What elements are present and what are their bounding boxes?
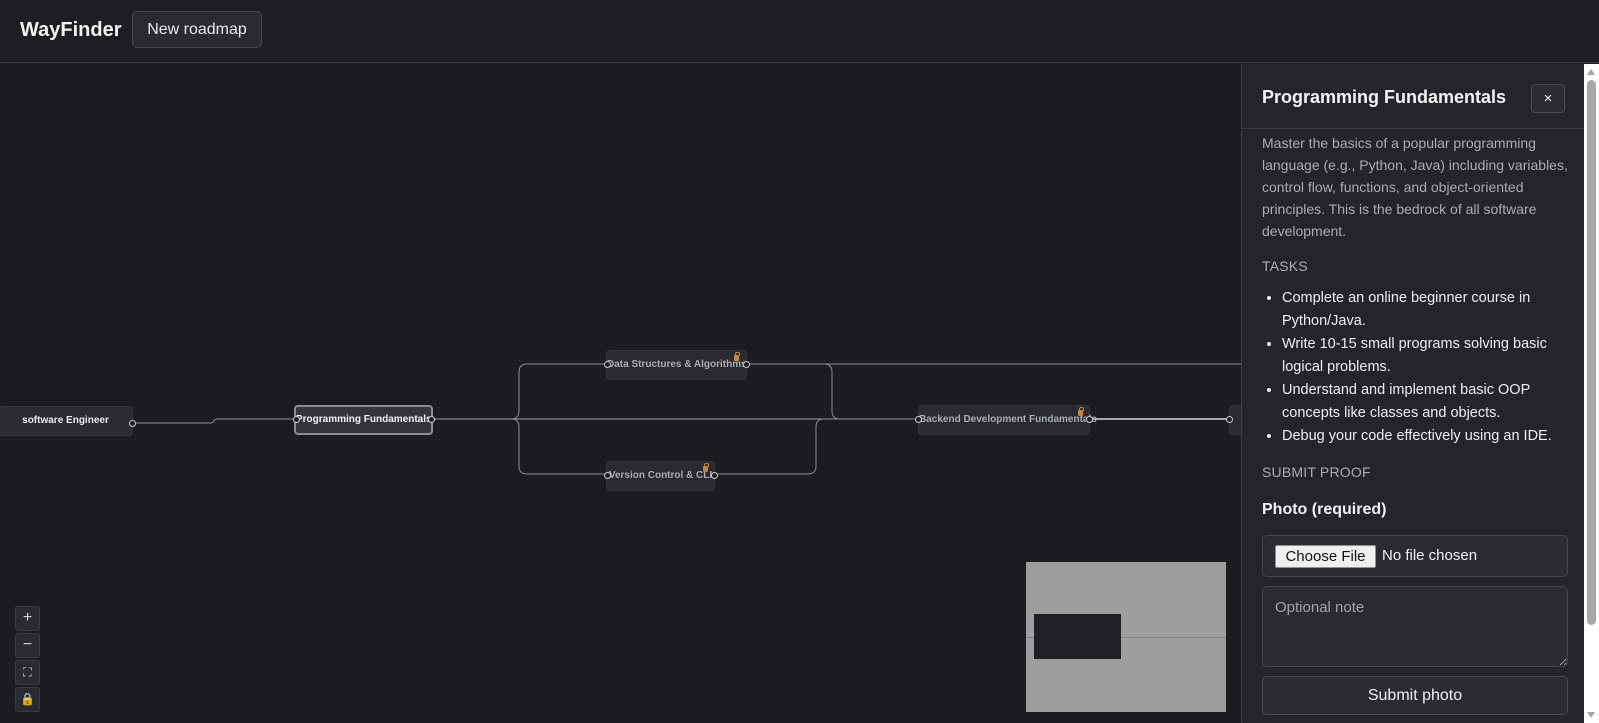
node-label: software Engineer xyxy=(22,415,109,426)
file-status: No file chosen xyxy=(1382,547,1478,564)
submit-photo-button[interactable]: Submit photo xyxy=(1262,676,1568,715)
submit-proof-heading: SUBMIT PROOF xyxy=(1262,464,1371,480)
panel-title: Programming Fundamentals xyxy=(1262,87,1507,107)
node-label: Version Control & CLI xyxy=(608,470,713,481)
choose-file-button[interactable]: Choose File xyxy=(1275,545,1376,568)
roadmap-node-version-control[interactable]: Version Control & CLI xyxy=(606,461,715,491)
optional-note-field[interactable] xyxy=(1262,586,1568,667)
node-label: Programming Fundamentals xyxy=(296,414,432,425)
panel-description: Master the basics of a popular programmi… xyxy=(1262,135,1568,239)
task-item: Understand and implement basic OOP conce… xyxy=(1282,379,1584,425)
scroll-down-icon[interactable] xyxy=(1587,712,1595,718)
node-handle[interactable] xyxy=(743,361,750,368)
task-item: Write 10-15 small programs solving basic… xyxy=(1282,333,1584,379)
app-brand[interactable]: WayFinder xyxy=(20,19,122,42)
node-label: Backend Development Fundamentals xyxy=(919,414,1097,425)
fit-view-button[interactable]: ⛶ xyxy=(15,660,40,685)
new-roadmap-button[interactable]: New roadmap xyxy=(132,11,262,48)
lock-icon xyxy=(702,463,709,472)
panel-divider xyxy=(1242,128,1584,129)
roadmap-canvas[interactable]: software Engineer Programming Fundamenta… xyxy=(0,64,1241,723)
close-panel-button[interactable]: × xyxy=(1531,84,1565,113)
task-item: Debug your code effectively using an IDE… xyxy=(1282,425,1584,448)
app-header: WayFinder New roadmap xyxy=(0,0,1599,63)
node-handle[interactable] xyxy=(711,472,718,479)
node-handle[interactable] xyxy=(604,472,611,479)
roadmap-node-programming-fundamentals[interactable]: Programming Fundamentals xyxy=(294,405,433,435)
scroll-up-icon[interactable] xyxy=(1587,69,1595,75)
minimap-viewport[interactable] xyxy=(1034,614,1121,659)
node-handle[interactable] xyxy=(915,416,922,423)
roadmap-node-backend-fundamentals[interactable]: Backend Development Fundamentals xyxy=(918,405,1097,435)
lock-toggle-button[interactable]: 🔒 xyxy=(15,687,40,712)
node-handle[interactable] xyxy=(604,361,611,368)
zoom-out-button[interactable]: − xyxy=(15,633,40,658)
minimap[interactable] xyxy=(1026,562,1226,712)
roadmap-node-software-engineer[interactable]: software Engineer xyxy=(0,406,133,436)
task-list: Complete an online beginner course in Py… xyxy=(1262,287,1584,448)
lock-icon xyxy=(1077,407,1084,416)
photo-file-input[interactable]: Choose File No file chosen xyxy=(1262,535,1568,577)
node-handle[interactable] xyxy=(1086,416,1093,423)
node-detail-panel: Programming Fundamentals × Master the ba… xyxy=(1241,64,1584,723)
node-handle[interactable] xyxy=(428,416,435,423)
scrollbar-thumb[interactable] xyxy=(1587,80,1596,625)
node-handle[interactable] xyxy=(1226,416,1233,423)
canvas-controls: + − ⛶ 🔒 xyxy=(15,606,40,714)
node-handle[interactable] xyxy=(129,420,136,427)
zoom-in-button[interactable]: + xyxy=(15,606,40,631)
panel-scrollbar[interactable] xyxy=(1584,64,1599,723)
photo-label: Photo (required) xyxy=(1262,501,1387,518)
task-item: Complete an online beginner course in Py… xyxy=(1282,287,1584,333)
node-handle[interactable] xyxy=(293,416,300,423)
node-label: Data Structures & Algorithms xyxy=(607,359,747,370)
tasks-heading: TASKS xyxy=(1262,258,1308,274)
lock-icon xyxy=(733,352,740,361)
roadmap-node-data-structures[interactable]: Data Structures & Algorithms xyxy=(606,350,747,380)
